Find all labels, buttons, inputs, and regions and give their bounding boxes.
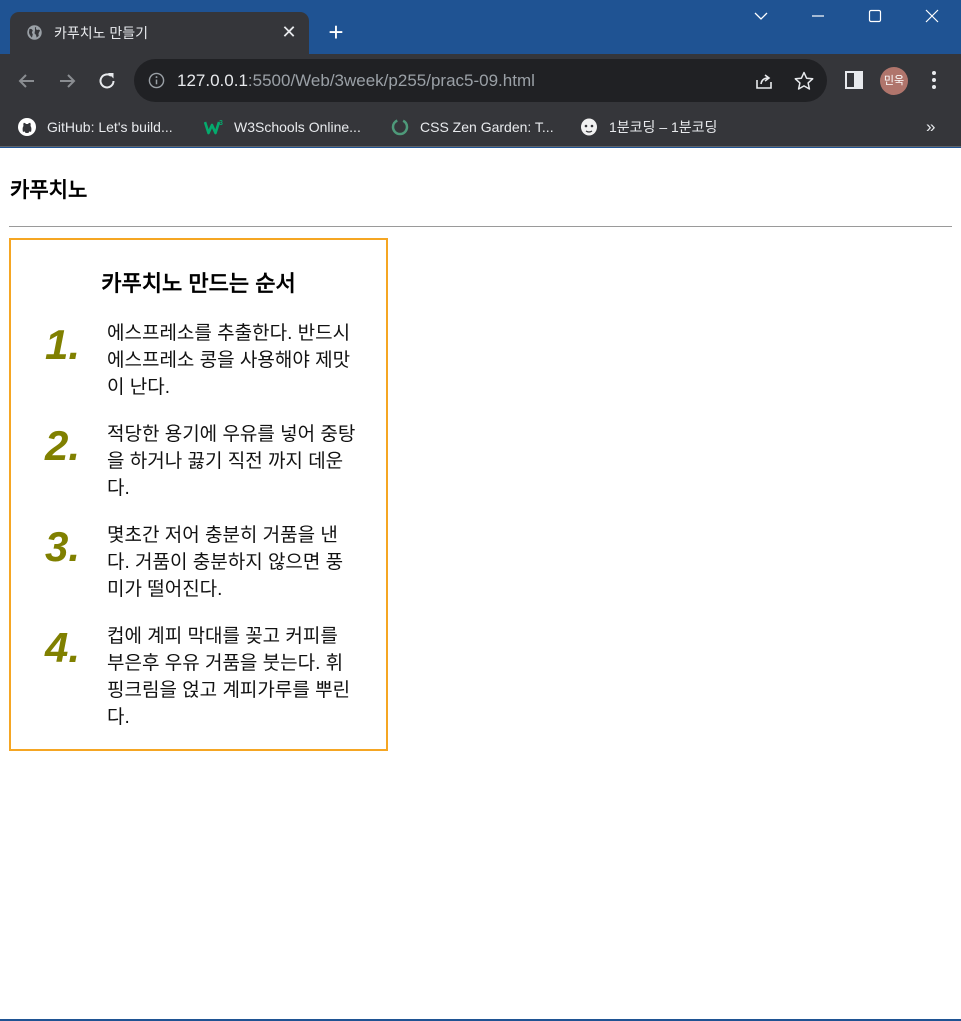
bookmarks-overflow-icon[interactable]: » [926, 113, 935, 141]
w3schools-icon: 3 [204, 120, 223, 135]
site-info-icon[interactable] [148, 72, 165, 89]
bookmark-zen-garden[interactable]: CSS Zen Garden: T... [390, 113, 554, 141]
bookmark-label: 1분코딩 – 1분코딩 [609, 119, 718, 135]
step-text: 에스프레소를 추출한다. 반드시 에스프레소 콩을 사용해야 제맛이 난다. [107, 323, 351, 398]
bookmark-github[interactable]: GitHub: Let's build... [17, 113, 173, 141]
browser-tab[interactable]: 카푸치노 만들기 ✕ [10, 12, 309, 54]
github-icon [18, 118, 36, 136]
step-number: 1. [45, 321, 81, 368]
url-text[interactable]: 127.0.0.1:5500/Web/3week/p255/prac5-09.h… [177, 71, 535, 91]
bookmark-label: CSS Zen Garden: T... [420, 119, 554, 135]
step-number: 4. [45, 624, 81, 671]
bookmark-label: W3Schools Online... [234, 119, 361, 135]
browser-toolbar: 127.0.0.1:5500/Web/3week/p255/prac5-09.h… [0, 54, 961, 107]
step-number: 2. [45, 422, 81, 469]
side-panel-icon[interactable] [842, 68, 866, 92]
forward-arrow-icon[interactable] [54, 68, 80, 94]
star-bookmark-icon[interactable] [793, 70, 815, 92]
close-window-button[interactable] [918, 8, 946, 32]
step-text: 몇초간 저어 충분히 거품을 낸다. 거품이 충분하지 않으면 풍미가 떨어진다… [107, 525, 344, 600]
step-text: 적당한 용기에 우유를 넣어 중탕을 하거나 끓기 직전 까지 데운다. [107, 424, 356, 499]
browser-titlebar: 카푸치노 만들기 ✕ + [0, 0, 961, 54]
address-bar[interactable]: 127.0.0.1:5500/Web/3week/p255/prac5-09.h… [134, 59, 827, 102]
page-title: 카푸치노 [10, 179, 88, 202]
step-number: 3. [45, 523, 81, 570]
tab-title: 카푸치노 만들기 [54, 25, 149, 41]
kebab-menu-icon[interactable] [922, 68, 946, 92]
svg-text:3: 3 [219, 120, 223, 127]
tab-search-chevron-icon[interactable] [747, 8, 775, 32]
step-text: 컵에 계피 막대를 꽂고 커피를 부은후 우유 거품을 붓는다. 휘핑크림을 얹… [107, 626, 351, 728]
recipe-title: 카푸치노 만드는 순서 [101, 271, 296, 296]
new-tab-button[interactable]: + [323, 19, 349, 45]
recipe-box: 카푸치노 만드는 순서 1. 에스프레소를 추출한다. 반드시 에스프레소 콩을… [9, 238, 388, 751]
profile-avatar[interactable]: 민욱 [880, 67, 908, 95]
1bun-coding-icon [581, 118, 597, 136]
bookmarks-bar: GitHub: Let's build... 3 W3Schools Onlin… [0, 107, 961, 147]
maximize-button[interactable] [861, 8, 889, 32]
globe-icon [27, 25, 42, 40]
horizontal-rule [9, 226, 952, 227]
tab-close-icon[interactable]: ✕ [278, 21, 300, 43]
url-path: :5500/Web/3week/p255/prac5-09.html [247, 71, 535, 90]
bookmark-label: GitHub: Let's build... [47, 119, 173, 135]
url-host: 127.0.0.1 [177, 71, 248, 90]
page-viewport: 카푸치노 카푸치노 만드는 순서 1. 에스프레소를 추출한다. 반드시 에스프… [0, 148, 961, 1019]
minimize-button[interactable] [804, 8, 832, 32]
back-arrow-icon[interactable] [14, 68, 40, 94]
bookmark-1bun-coding[interactable]: 1분코딩 – 1분코딩 [579, 113, 717, 141]
share-icon[interactable] [753, 70, 775, 92]
zen-garden-icon [391, 118, 409, 136]
bookmark-w3schools[interactable]: 3 W3Schools Online... [204, 113, 361, 141]
reload-icon[interactable] [94, 68, 120, 94]
